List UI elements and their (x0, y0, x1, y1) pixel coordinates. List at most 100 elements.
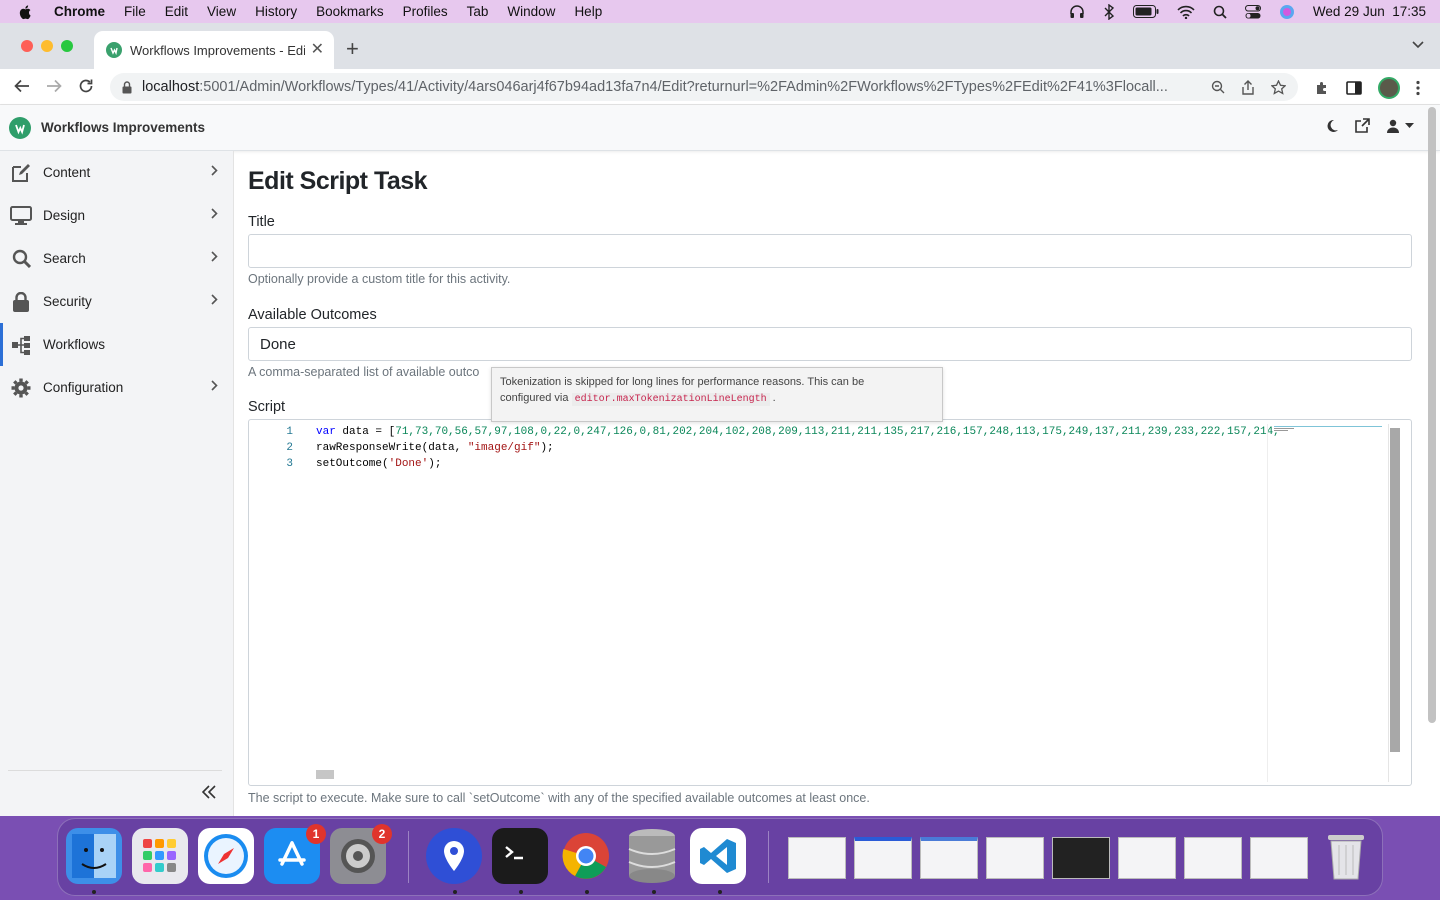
minimized-window-thumbnail[interactable] (1052, 837, 1110, 879)
bluetooth-icon[interactable] (1103, 3, 1115, 20)
menu-profiles[interactable]: Profiles (403, 4, 448, 19)
chevron-right-icon (211, 251, 218, 262)
extensions-puzzle-icon[interactable] (1314, 80, 1330, 96)
trash-icon[interactable] (1318, 828, 1374, 884)
apple-icon[interactable] (18, 4, 34, 20)
zoom-window-button[interactable] (61, 40, 73, 52)
minimized-window-thumbnail[interactable] (1184, 837, 1242, 879)
control-center-icon[interactable] (1244, 4, 1261, 19)
page-title: Edit Script Task (248, 167, 428, 195)
spotlight-search-icon[interactable] (1213, 5, 1227, 19)
sidebar-item-label: Workflows (43, 337, 106, 352)
launchpad-icon[interactable] (132, 828, 188, 884)
battery-icon[interactable] (1132, 5, 1159, 18)
finder-icon[interactable] (66, 828, 122, 884)
wifi-icon[interactable] (1177, 5, 1195, 19)
title-input[interactable] (248, 234, 1412, 268)
profile-avatar[interactable] (1378, 77, 1400, 99)
workflow-icon (10, 334, 32, 356)
new-tab-button[interactable]: + (346, 38, 359, 60)
url-path: :5001/Admin/Workflows/Types/41/Activity/… (199, 79, 1168, 95)
system-preferences-icon[interactable]: 2 (330, 824, 392, 884)
maps-pin-app-icon[interactable] (426, 828, 482, 884)
chrome-menu-icon[interactable] (1416, 80, 1420, 96)
menu-help[interactable]: Help (574, 4, 602, 19)
chevron-right-icon (211, 208, 218, 219)
bookmark-star-icon[interactable] (1271, 80, 1286, 95)
outcomes-input[interactable]: Done (248, 327, 1412, 361)
chrome-icon[interactable] (558, 828, 614, 884)
site-info-icon[interactable] (122, 80, 132, 94)
editor-minimap[interactable] (1267, 424, 1387, 782)
menu-file[interactable]: File (124, 4, 146, 19)
menu-window[interactable]: Window (507, 4, 555, 19)
menu-app-name[interactable]: Chrome (54, 4, 105, 19)
tab-search-chevron-icon[interactable] (1412, 41, 1424, 49)
code-text: setOutcome( (316, 458, 389, 470)
sidebar-item-label: Search (43, 251, 86, 266)
brand-name[interactable]: Workflows Improvements (41, 120, 205, 135)
menu-tab[interactable]: Tab (467, 4, 489, 19)
sidebar-item-configuration[interactable]: Configuration (0, 366, 233, 409)
vscode-icon[interactable] (690, 828, 746, 884)
brand-logo-icon[interactable] (9, 116, 31, 139)
editor-horizontal-scrollbar-thumb[interactable] (316, 770, 334, 779)
siri-icon[interactable] (1279, 4, 1295, 20)
script-hint: The script to execute. Make sure to call… (248, 791, 870, 805)
zoom-icon[interactable] (1211, 80, 1225, 94)
code-string: 'Done' (388, 458, 429, 470)
outcomes-hint: A comma-separated list of available outc… (248, 365, 480, 379)
sidebar-item-search[interactable]: Search (0, 237, 233, 280)
visit-site-external-icon[interactable] (1355, 118, 1370, 133)
admin-sidebar: Content Design Search Security Workflows (0, 151, 234, 816)
menu-history[interactable]: History (255, 4, 297, 19)
system-preferences-badge: 2 (372, 824, 392, 844)
sidebar-item-label: Design (43, 208, 86, 223)
collapse-sidebar-icon[interactable] (202, 785, 216, 799)
menu-view[interactable]: View (207, 4, 236, 19)
minimize-window-button[interactable] (41, 40, 53, 52)
sidebar-item-security[interactable]: Security (0, 280, 233, 323)
running-indicator (718, 890, 722, 894)
safari-icon[interactable] (198, 828, 254, 884)
dark-mode-moon-icon[interactable] (1325, 119, 1339, 133)
headphones-icon[interactable] (1069, 4, 1085, 20)
minimized-window-thumbnail[interactable] (788, 837, 846, 879)
minimized-window-thumbnail[interactable] (986, 837, 1044, 879)
browser-window: Workflows Improvements - Edit ✕ + localh… (0, 23, 1440, 816)
minimized-window-thumbnail[interactable] (854, 837, 912, 879)
line-number: 2 (286, 442, 293, 454)
close-tab-icon[interactable]: ✕ (311, 42, 324, 58)
menu-bookmarks[interactable]: Bookmarks (316, 4, 384, 19)
menu-edit[interactable]: Edit (165, 4, 188, 19)
back-arrow-icon[interactable] (14, 78, 30, 94)
side-panel-icon[interactable] (1346, 80, 1362, 96)
menubar-clock[interactable]: Wed 29 Jun 17:35 (1313, 4, 1426, 19)
sidebar-item-workflows[interactable]: Workflows (0, 323, 233, 366)
minimized-window-thumbnail[interactable] (1250, 837, 1308, 879)
browser-tab-active[interactable]: Workflows Improvements - Edit ✕ (94, 31, 334, 69)
code-line[interactable]: 1 var data = [71,73,70,56,57,97,108,0,22… (249, 424, 1279, 440)
app-store-icon[interactable]: 1 (264, 824, 326, 884)
code-line[interactable]: 2 rawResponseWrite(data, "image/gif"); (249, 440, 1265, 456)
reload-icon[interactable] (78, 78, 94, 94)
close-window-button[interactable] (21, 40, 33, 52)
url-host: localhost (142, 79, 200, 95)
sidebar-item-design[interactable]: Design (0, 194, 233, 237)
database-app-icon[interactable] (624, 828, 680, 884)
address-bar[interactable]: localhost :5001/Admin/Workflows/Types/41… (110, 73, 1298, 101)
editor-scrollbar-thumb[interactable] (1390, 428, 1400, 752)
user-menu[interactable] (1386, 119, 1414, 133)
code-line[interactable]: 3 setOutcome('Done'); (249, 456, 1265, 472)
script-code-editor[interactable]: 1 var data = [71,73,70,56,57,97,108,0,22… (248, 419, 1412, 786)
terminal-icon[interactable] (492, 828, 548, 884)
forward-arrow-icon[interactable] (46, 78, 62, 94)
share-icon[interactable] (1241, 80, 1255, 95)
dock-separator (768, 831, 769, 883)
page-scrollbar-thumb[interactable] (1428, 107, 1436, 723)
tooltip-code: editor.maxTokenizationLineLength (571, 393, 770, 406)
sidebar-item-content[interactable]: Content (0, 151, 233, 194)
tooltip-text: Tokenization is skipped for long lines f… (500, 376, 865, 388)
minimized-window-thumbnail[interactable] (1118, 837, 1176, 879)
minimized-window-thumbnail[interactable] (920, 837, 978, 879)
